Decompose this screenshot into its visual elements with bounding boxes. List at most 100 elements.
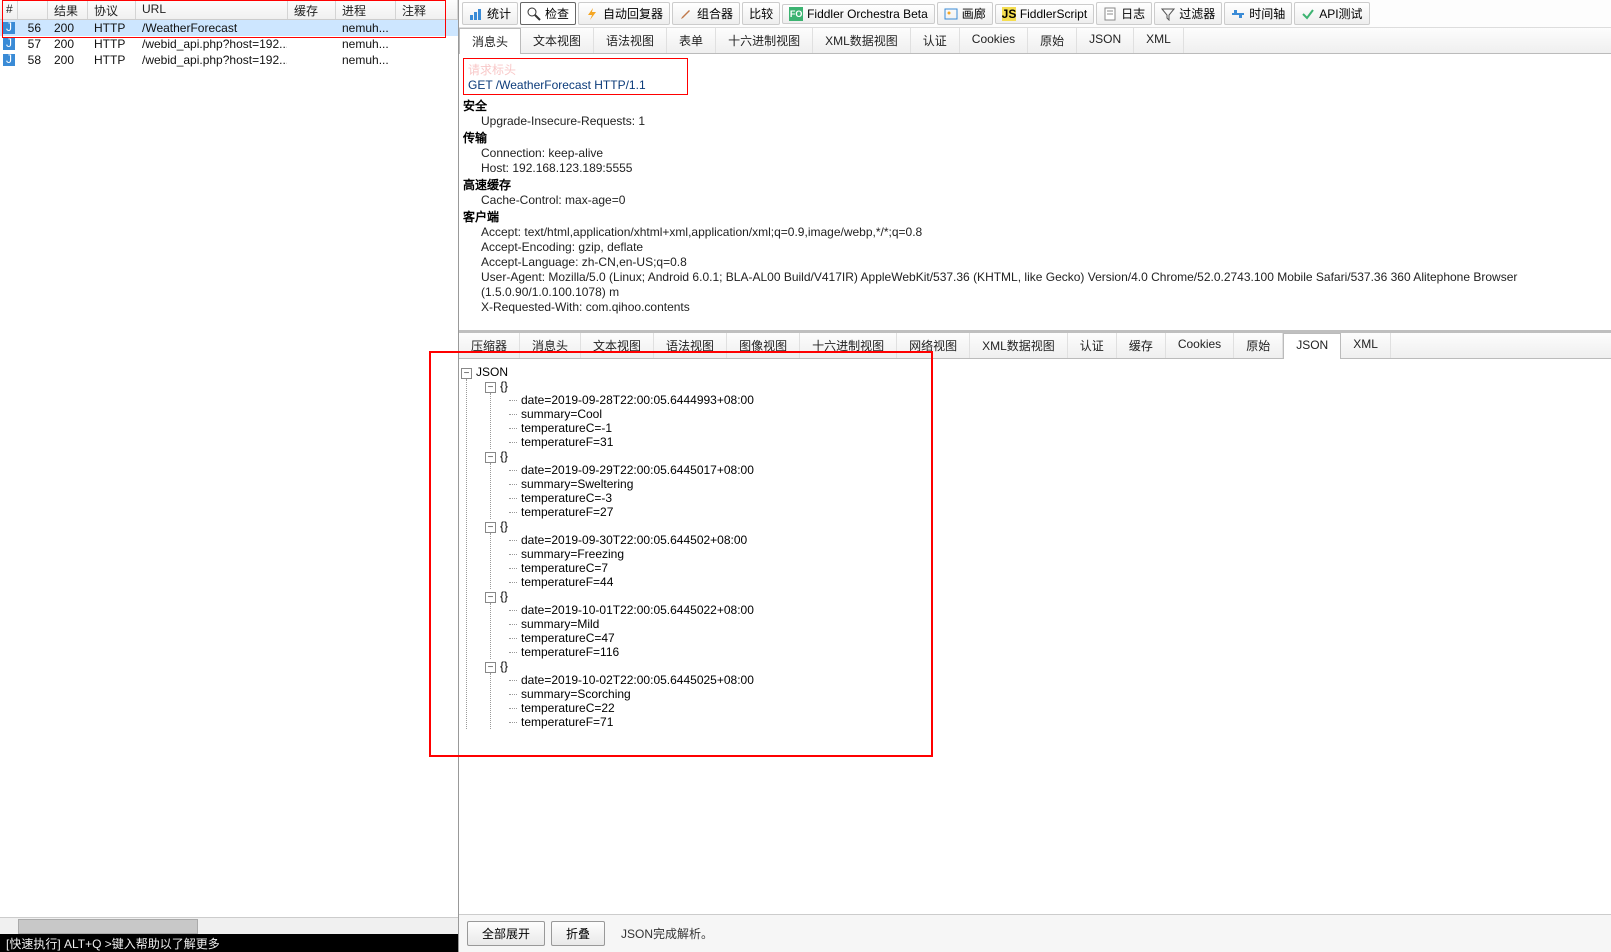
scroll-thumb[interactable] [18,919,198,934]
resptab-webview[interactable]: 网络视图 [897,333,970,358]
tab-autoresponder[interactable]: 自动回复器 [578,2,670,25]
tree-leaf[interactable]: summary=Mild [509,617,1609,631]
right-pane: 统计 检查 自动回复器 组合器 比较 FOFiddler Orchestra B… [459,0,1611,952]
tree-obj: {} [500,519,508,533]
tree-leaf[interactable]: date=2019-10-01T22:00:05.6445022+08:00 [509,603,1609,617]
resptab-syntax[interactable]: 语法视图 [654,333,727,358]
collapse-button[interactable]: 折叠 [551,921,605,946]
reqtab-cookies[interactable]: Cookies [960,28,1028,53]
col-hash[interactable]: # [0,0,18,19]
tree-leaf[interactable]: date=2019-10-02T22:00:05.6445025+08:00 [509,673,1609,687]
session-row[interactable]: J 56 200 HTTP /WeatherForecast nemuh... [0,20,458,36]
tree-leaf[interactable]: summary=Scorching [509,687,1609,701]
reqtab-syntax[interactable]: 语法视图 [594,28,667,53]
collapse-icon[interactable]: − [485,662,496,673]
tab-orchestra[interactable]: FOFiddler Orchestra Beta [782,4,935,24]
reqtab-xml[interactable]: XML数据视图 [813,28,911,53]
tree-obj: {} [500,589,508,603]
tree-leaf[interactable]: summary=Cool [509,407,1609,421]
resptab-caching[interactable]: 缓存 [1117,333,1166,358]
reqtab-headers[interactable]: 消息头 [459,28,521,54]
collapse-icon[interactable]: − [485,592,496,603]
tab-timeline[interactable]: 时间轴 [1224,2,1292,25]
json-icon: J [3,54,15,66]
svg-text:J: J [6,22,12,34]
resptab-auth[interactable]: 认证 [1068,333,1117,358]
resptab-raw[interactable]: 原始 [1234,333,1283,358]
resptab-headers[interactable]: 消息头 [520,333,581,358]
tree-leaf[interactable]: summary=Freezing [509,547,1609,561]
pencil-icon [679,7,693,21]
col-note[interactable]: 注释 [396,0,458,19]
tree-leaf[interactable]: date=2019-09-30T22:00:05.644502+08:00 [509,533,1609,547]
col-proc[interactable]: 进程 [336,0,396,19]
tree-leaf[interactable]: temperatureC=22 [509,701,1609,715]
json-icon: J [3,38,15,50]
timeline-icon [1231,7,1245,21]
tab-statistics[interactable]: 统计 [462,2,518,25]
header-line: Connection: keep-alive [463,146,1607,161]
collapse-icon[interactable]: − [461,368,472,379]
tab-fiddlerscript[interactable]: JSFiddlerScript [995,4,1094,24]
reqtab-json[interactable]: JSON [1077,28,1134,53]
quick-exec-text: [快速执行] ALT+Q >键入帮助以了解更多 [6,935,220,952]
tree-leaf[interactable]: summary=Sweltering [509,477,1609,491]
sessions-header: # 结果 协议 URL 缓存 进程 注释 [0,0,458,20]
tab-inspect[interactable]: 检查 [520,2,576,25]
json-tree[interactable]: −JSON −{}date=2019-09-28T22:00:05.644499… [459,359,1611,914]
resptab-imageview[interactable]: 图像视图 [727,333,800,358]
resptab-transformer[interactable]: 压缩器 [459,333,520,358]
col-result[interactable]: 结果 [48,0,88,19]
tree-leaf[interactable]: temperatureC=-3 [509,491,1609,505]
collapse-icon[interactable]: − [485,522,496,533]
tree-leaf[interactable]: temperatureF=27 [509,505,1609,519]
tab-filters[interactable]: 过滤器 [1154,2,1222,25]
tree-leaf[interactable]: date=2019-09-29T22:00:05.6445017+08:00 [509,463,1609,477]
header-section-title: 安全 [463,97,1607,114]
reqtab-raw[interactable]: 原始 [1028,28,1077,53]
tree-leaf[interactable]: date=2019-09-28T22:00:05.6444993+08:00 [509,393,1609,407]
col-url[interactable]: URL [136,0,288,19]
tab-gallery[interactable]: 画廊 [937,2,993,25]
reqtab-hex[interactable]: 十六进制视图 [716,28,813,53]
tab-apitest[interactable]: API测试 [1294,2,1369,25]
resptab-json[interactable]: JSON [1283,333,1341,359]
col-id[interactable] [18,0,48,19]
resptab-hex[interactable]: 十六进制视图 [800,333,897,358]
tree-leaf[interactable]: temperatureC=-1 [509,421,1609,435]
json-bottom-bar: 全部展开 折叠 JSON完成解析。 [459,914,1611,952]
reqtab-form[interactable]: 表单 [667,28,716,53]
session-row[interactable]: J 57 200 HTTP /webid_api.php?host=192...… [0,36,458,52]
request-ghost: 请求标头 [468,61,683,78]
tree-leaf[interactable]: temperatureC=7 [509,561,1609,575]
tree-leaf[interactable]: temperatureF=31 [509,435,1609,449]
svg-text:JS: JS [1002,7,1016,21]
col-proto[interactable]: 协议 [88,0,136,19]
expand-all-button[interactable]: 全部展开 [467,921,545,946]
tab-log[interactable]: 日志 [1096,2,1152,25]
collapse-icon[interactable]: − [485,452,496,463]
resptab-cookies[interactable]: Cookies [1166,333,1234,358]
tab-composer[interactable]: 组合器 [672,2,740,25]
reqtab-textview[interactable]: 文本视图 [521,28,594,53]
sessions-pane: # 结果 协议 URL 缓存 进程 注释 J 56 200 HTTP /Weat… [0,0,459,952]
tab-compare[interactable]: 比较 [742,2,780,25]
collapse-icon[interactable]: − [485,382,496,393]
tree-leaf[interactable]: temperatureF=71 [509,715,1609,729]
tree-leaf[interactable]: temperatureF=116 [509,645,1609,659]
response-pane: 压缩器 消息头 文本视图 语法视图 图像视图 十六进制视图 网络视图 XML数据… [459,330,1611,952]
tree-leaf[interactable]: temperatureF=44 [509,575,1609,589]
session-row[interactable]: J 58 200 HTTP /webid_api.php?host=192...… [0,52,458,68]
quick-exec-bar[interactable]: [快速执行] ALT+Q >键入帮助以了解更多 [0,934,458,952]
resptab-xmldata[interactable]: XML数据视图 [970,333,1068,358]
header-line: Cache-Control: max-age=0 [463,193,1607,208]
sessions-rows[interactable]: J 56 200 HTTP /WeatherForecast nemuh... … [0,20,458,917]
tree-leaf[interactable]: temperatureC=47 [509,631,1609,645]
resptab-textview[interactable]: 文本视图 [581,333,654,358]
reqtab-auth[interactable]: 认证 [911,28,960,53]
resptab-xml[interactable]: XML [1341,333,1391,358]
svg-text:J: J [6,38,12,50]
reqtab-xml2[interactable]: XML [1134,28,1184,53]
left-h-scroll[interactable] [0,917,458,934]
col-cache[interactable]: 缓存 [288,0,336,19]
